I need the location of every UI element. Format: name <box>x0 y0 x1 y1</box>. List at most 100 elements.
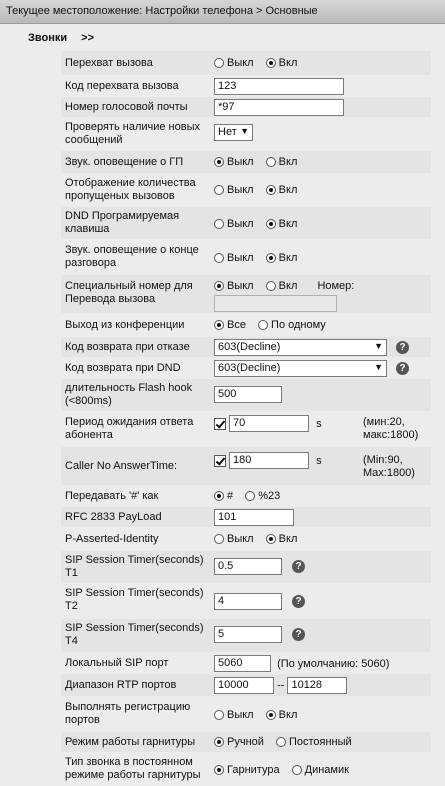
vm-sound-on-radio[interactable] <box>265 157 276 168</box>
dnd-key-label: DND Програмируемая клавиша <box>65 210 180 235</box>
send-hash-radio[interactable] <box>214 491 224 502</box>
send-hash-label: Передавать '#' как <box>65 490 159 502</box>
dnd-key-off-radio[interactable] <box>214 219 224 230</box>
dnd-key-on-radio[interactable] <box>265 219 276 230</box>
call-pickup-off-radio[interactable] <box>214 58 224 69</box>
conference-one-radio[interactable] <box>258 320 269 331</box>
off-label: Выкл <box>227 252 254 265</box>
special-transfer-on-radio[interactable] <box>265 281 276 292</box>
row-sip-t4: SIP Session Timer(seconds) T4 5 ? <box>61 619 431 652</box>
special-transfer-label: Специальный номер для Перевода вызова <box>65 280 193 305</box>
row-ring-type: Тип звонка в постоянном режиме работы га… <box>61 753 431 786</box>
on-label: Вкл <box>278 709 298 722</box>
rfc2833-input[interactable]: 101 <box>214 509 294 526</box>
call-pickup-on-radio[interactable] <box>265 58 276 69</box>
headset-permanent-radio[interactable] <box>275 737 286 748</box>
caller-no-answer-input[interactable]: 180 <box>229 452 309 469</box>
voicemail-number-input[interactable]: *97 <box>214 99 344 116</box>
conference-one-label: По одному <box>271 319 326 332</box>
vm-sound-label: Звук. оповещение о ГП <box>65 156 184 168</box>
on-label: Вкл <box>278 252 298 265</box>
help-icon[interactable]: ? <box>396 341 410 354</box>
sip-t1-label: SIP Session Timer(seconds) T1 <box>65 554 204 579</box>
dnd-code-label: Код возврата при DND <box>65 362 181 374</box>
answer-timeout-unit: s <box>316 417 322 430</box>
sip-t4-label: SIP Session Timer(seconds) T4 <box>65 622 204 647</box>
send-hash-label-2: %23 <box>258 490 281 503</box>
help-icon[interactable]: ? <box>396 362 410 375</box>
section-arrow[interactable]: >> <box>81 32 94 44</box>
local-sip-port-default: (По умолчанию: 5060) <box>277 657 390 670</box>
flash-hook-input[interactable]: 500 <box>214 386 282 403</box>
ring-speaker-radio[interactable] <box>291 765 302 776</box>
special-transfer-number-input[interactable] <box>214 295 337 312</box>
help-icon[interactable]: ? <box>292 560 306 573</box>
row-call-pickup: Перехват вызова Выкл Вкл <box>61 51 431 75</box>
on-label: Вкл <box>278 218 298 231</box>
voicemail-number-label: Номер голосовой почты <box>65 101 188 113</box>
end-call-off-radio[interactable] <box>214 253 224 264</box>
caller-no-answer-unit: s <box>316 454 322 467</box>
missed-calls-off-radio[interactable] <box>214 185 224 196</box>
rtp-from-input[interactable]: 10000 <box>214 677 274 694</box>
sip-t1-input[interactable]: 0.5 <box>214 558 282 575</box>
caller-no-answer-range: (Min:90, Max:1800) <box>363 454 415 479</box>
p-asserted-off-radio[interactable] <box>214 534 224 545</box>
ring-speaker-label: Динамик <box>304 764 349 777</box>
local-sip-port-label: Локальный SIP порт <box>65 657 169 669</box>
conference-all-label: Все <box>227 319 246 332</box>
special-transfer-off-radio[interactable] <box>214 281 224 292</box>
sip-t2-input[interactable]: 4 <box>214 593 282 610</box>
missed-calls-label: Отображение количества пропущеных вызово… <box>65 177 196 202</box>
ring-headset-radio[interactable] <box>214 765 224 776</box>
reject-code-select[interactable]: 603(Decline) ▼ <box>214 339 387 356</box>
answer-timeout-range: (мин:20, макс:1800) <box>363 416 419 441</box>
conference-all-radio[interactable] <box>214 320 224 331</box>
answer-timeout-input[interactable]: 70 <box>229 415 309 432</box>
sip-t2-label: SIP Session Timer(seconds) T2 <box>65 587 204 612</box>
row-sip-t1: SIP Session Timer(seconds) T1 0.5 ? <box>61 551 431 583</box>
check-messages-value: Нет <box>218 126 237 138</box>
port-registration-off-radio[interactable] <box>214 710 224 721</box>
ring-type-label: Тип звонка в постоянном режиме работы га… <box>65 756 201 781</box>
missed-calls-on-radio[interactable] <box>265 185 276 196</box>
dnd-code-select[interactable]: 603(Decline) ▼ <box>214 360 387 377</box>
off-label: Выкл <box>227 533 254 546</box>
help-icon[interactable]: ? <box>292 628 306 641</box>
row-pickup-code: Код перехвата вызова 123 <box>61 76 431 96</box>
section-header: Звонки >> <box>0 24 445 51</box>
row-flash-hook: длительность Flash hook (<800ms) 500 <box>61 379 431 411</box>
send-hash-encoded-radio[interactable] <box>245 491 256 502</box>
row-caller-no-answer: Caller No AnswerTime: 180 s (Min:90, Max… <box>61 447 431 485</box>
row-end-call-sound: Звук. оповещение о конце разговора Выкл … <box>61 240 431 274</box>
caller-no-answer-checkbox[interactable] <box>214 454 226 467</box>
on-label: Вкл <box>278 156 298 169</box>
ring-headset-label: Гарнитура <box>227 764 280 777</box>
dnd-code-value: 603(Decline) <box>218 362 281 374</box>
answer-timeout-checkbox[interactable] <box>214 417 226 430</box>
check-messages-select[interactable]: Нет ▼ <box>214 124 253 141</box>
breadcrumb: Текущее местоположение: Настройки телефо… <box>0 0 445 24</box>
rtp-to-input[interactable]: 10128 <box>287 677 348 694</box>
off-label: Выкл <box>227 280 254 293</box>
p-asserted-label: P-Asserted-Identity <box>65 533 159 545</box>
end-call-on-radio[interactable] <box>265 253 276 264</box>
headset-manual-radio[interactable] <box>214 737 224 748</box>
p-asserted-on-radio[interactable] <box>265 534 276 545</box>
rtp-range-label: Диапазон RTP портов <box>65 679 177 691</box>
chevron-down-icon: ▼ <box>374 341 383 351</box>
off-label: Выкл <box>227 218 254 231</box>
local-sip-port-input[interactable]: 5060 <box>214 655 271 672</box>
row-headset-mode: Режим работы гарнитуры Ручной Постоянный <box>61 732 431 752</box>
pickup-code-input[interactable]: 123 <box>214 78 344 95</box>
row-dnd-key: DND Програмируемая клавиша Выкл Вкл <box>61 207 431 239</box>
help-icon[interactable]: ? <box>292 595 306 608</box>
port-registration-on-radio[interactable] <box>265 710 276 721</box>
vm-sound-off-radio[interactable] <box>214 157 224 168</box>
sip-t4-input[interactable]: 5 <box>214 626 282 643</box>
reject-code-label: Код возврата при отказе <box>65 341 190 353</box>
headset-manual-label: Ручной <box>227 736 264 749</box>
row-conference-exit: Выход из конференции Все По одному <box>61 314 431 336</box>
row-rtp-range: Диапазон RTP портов 10000 -- 10128 <box>61 674 431 696</box>
rfc2833-label: RFC 2833 PayLoad <box>65 511 162 523</box>
